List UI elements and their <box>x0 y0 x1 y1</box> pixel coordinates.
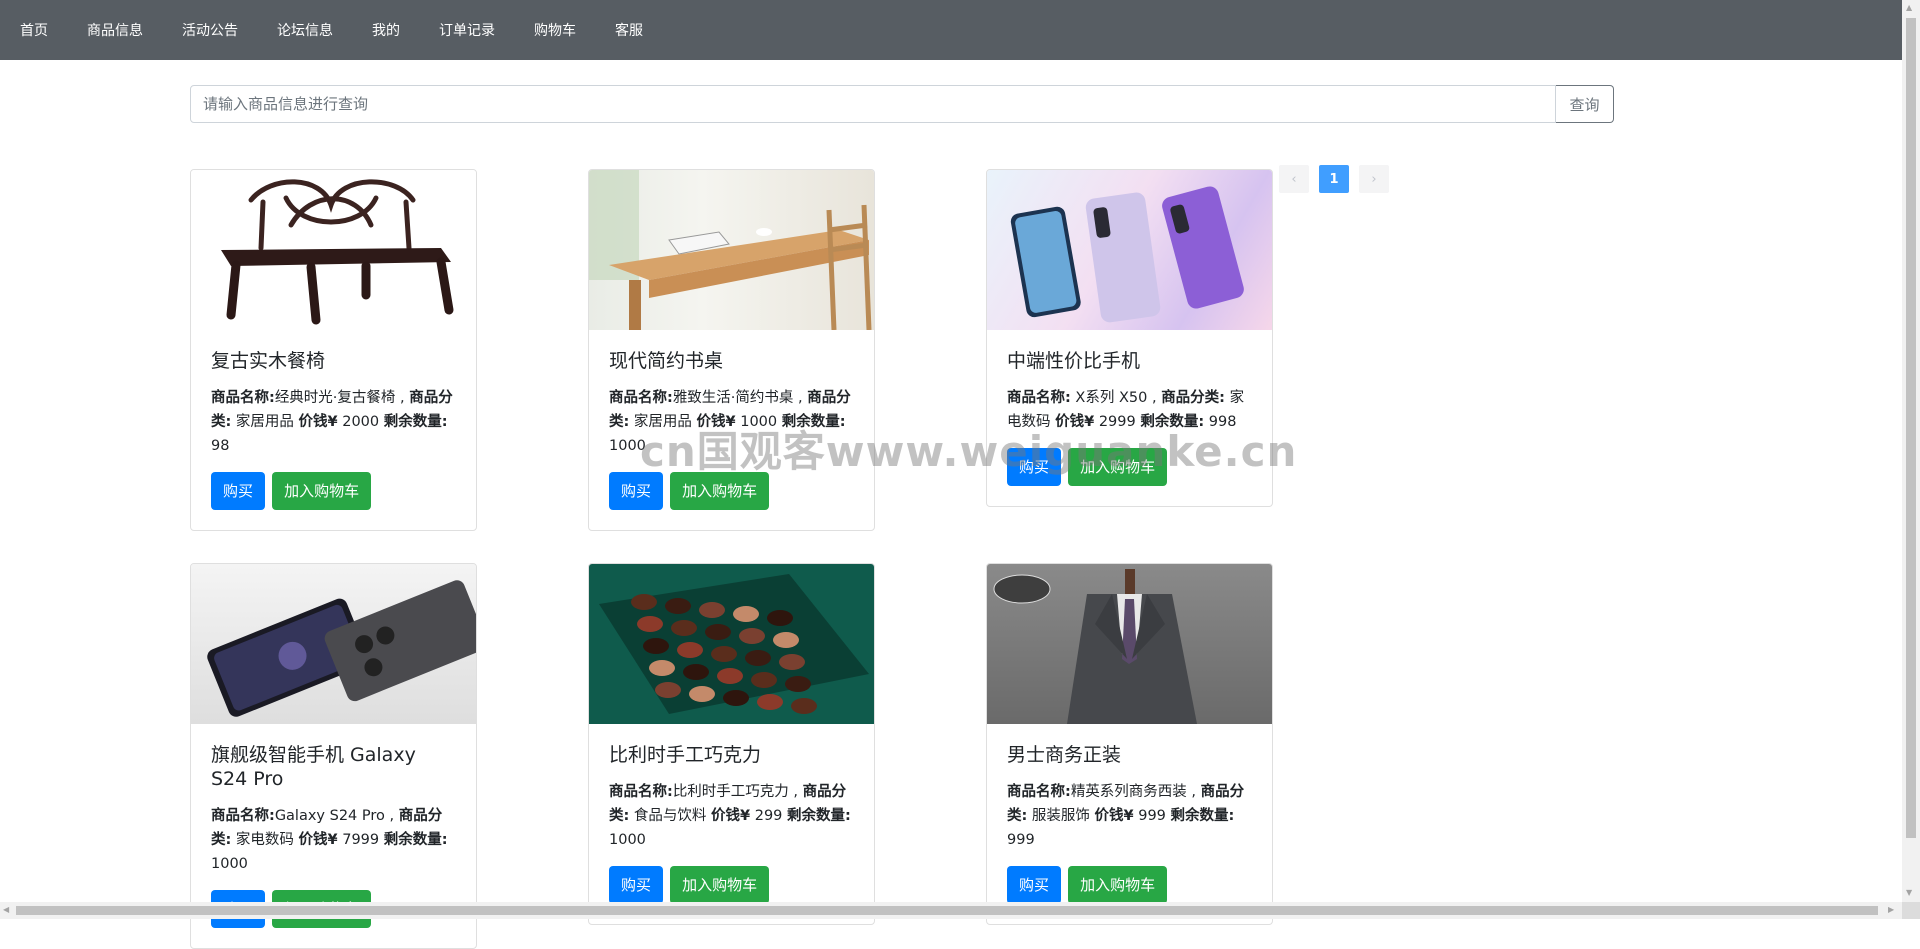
product-name: 雅致生活·简约书桌 <box>672 389 794 406</box>
product-stock: 1000 <box>609 831 646 848</box>
price-label: 价钱¥ <box>1094 807 1134 824</box>
product-title: 男士商务正装 <box>1007 744 1122 766</box>
top-navbar: 首页 商品信息 活动公告 论坛信息 我的 订单记录 购物车 客服 <box>0 0 1902 60</box>
watermark: cn国观客www.weiguanke.cn <box>640 427 1298 476</box>
scrollbar-corner <box>1902 902 1920 919</box>
scroll-left-icon[interactable]: ◀ <box>3 905 9 914</box>
product-price: 299 <box>754 807 783 824</box>
name-label: 商品名称: <box>1007 783 1071 800</box>
stock-label: 剩余数量: <box>383 413 448 430</box>
scroll-right-icon[interactable]: ▶ <box>1888 905 1894 914</box>
search-button[interactable]: 查询 <box>1556 85 1614 123</box>
product-name: Galaxy S24 Pro <box>274 807 385 824</box>
price-label: 价钱¥ <box>298 413 338 430</box>
price-label: 价钱¥ <box>298 831 338 848</box>
buy-button[interactable]: 购买 <box>211 471 266 510</box>
nav-mine[interactable]: 我的 <box>372 20 400 40</box>
vertical-scroll-thumb[interactable] <box>1906 18 1916 838</box>
product-stock: 1000 <box>211 855 248 872</box>
product-name: X系列 X50 <box>1075 389 1148 406</box>
category-label: 商品分类: <box>1161 389 1225 406</box>
page-prev-button[interactable]: ‹ <box>1279 165 1309 193</box>
scroll-down-icon[interactable]: ▼ <box>1906 888 1912 897</box>
product-card: 旗舰级智能手机 Galaxy S24 Pro 商品名称:Galaxy S24 P… <box>190 563 477 949</box>
search-bar: 查询 <box>190 85 1614 123</box>
product-category: 食品与饮料 <box>633 807 707 824</box>
product-category: 服装服饰 <box>1031 807 1090 824</box>
add-to-cart-button[interactable]: 加入购物车 <box>1068 865 1168 904</box>
product-name: 经典时光·复古餐椅 <box>274 389 396 406</box>
nav-products[interactable]: 商品信息 <box>87 20 143 40</box>
product-image-galaxy[interactable] <box>191 564 476 724</box>
product-title: 复古实木餐椅 <box>211 350 326 372</box>
product-card: 比利时手工巧克力 商品名称:比利时手工巧克力 , 商品分类: 食品与饮料 价钱¥… <box>588 563 875 925</box>
product-image-phones[interactable] <box>987 170 1272 330</box>
product-details: 商品名称:比利时手工巧克力 , 商品分类: 食品与饮料 价钱¥ 299 剩余数量… <box>609 783 851 848</box>
product-name: 精英系列商务西装 <box>1070 783 1187 800</box>
product-name: 比利时手工巧克力 <box>672 783 789 800</box>
add-to-cart-button[interactable]: 加入购物车 <box>272 471 372 510</box>
nav-support[interactable]: 客服 <box>615 20 643 40</box>
horizontal-scroll-thumb[interactable] <box>16 906 1878 915</box>
product-title: 旗舰级智能手机 Galaxy S24 Pro <box>211 744 416 790</box>
page-next-button[interactable]: › <box>1359 165 1389 193</box>
product-card: 男士商务正装 商品名称:精英系列商务西装 , 商品分类: 服装服饰 价钱¥ 99… <box>986 563 1273 925</box>
product-category: 家电数码 <box>235 831 294 848</box>
stock-label: 剩余数量: <box>787 807 851 824</box>
nav-home[interactable]: 首页 <box>20 20 48 40</box>
product-card: 复古实木餐椅 商品名称:经典时光·复古餐椅 , 商品分类: 家居用品 价钱¥ 2… <box>190 169 477 531</box>
product-category: 家居用品 <box>235 413 294 430</box>
buy-button[interactable]: 购买 <box>1007 865 1062 904</box>
product-price: 2000 <box>342 413 380 430</box>
price-label: 价钱¥ <box>711 807 751 824</box>
product-image-suit[interactable] <box>987 564 1272 724</box>
product-details: 商品名称:经典时光·复古餐椅 , 商品分类: 家居用品 价钱¥ 2000 剩余数… <box>211 389 453 454</box>
product-title: 中端性价比手机 <box>1007 350 1141 372</box>
product-price: 7999 <box>342 831 380 848</box>
name-label: 商品名称: <box>1007 389 1071 406</box>
product-title: 比利时手工巧克力 <box>609 744 762 766</box>
nav-cart[interactable]: 购物车 <box>534 20 576 40</box>
name-label: 商品名称: <box>609 389 673 406</box>
page-1-button[interactable]: 1 <box>1319 165 1349 193</box>
product-stock: 98 <box>211 437 230 454</box>
product-image-chocolate[interactable] <box>589 564 874 724</box>
product-details: 商品名称:精英系列商务西装 , 商品分类: 服装服饰 价钱¥ 999 剩余数量:… <box>1007 783 1245 848</box>
product-image-desk[interactable] <box>589 170 874 330</box>
add-to-cart-button[interactable]: 加入购物车 <box>670 865 770 904</box>
product-image-chair[interactable] <box>191 170 476 330</box>
nav-announcements[interactable]: 活动公告 <box>182 20 238 40</box>
horizontal-scrollbar[interactable]: ◀ ▶ <box>0 902 1902 919</box>
name-label: 商品名称: <box>211 807 275 824</box>
product-title: 现代简约书桌 <box>609 350 724 372</box>
product-stock: 999 <box>1007 831 1035 848</box>
pagination: ‹ 1 › <box>1279 165 1399 193</box>
buy-button[interactable]: 购买 <box>609 865 664 904</box>
scroll-up-icon[interactable]: ▲ <box>1906 3 1912 12</box>
nav-forum[interactable]: 论坛信息 <box>277 20 333 40</box>
product-price: 999 <box>1138 807 1166 824</box>
vertical-scrollbar[interactable]: ▲ ▼ <box>1902 0 1920 919</box>
stock-label: 剩余数量: <box>383 831 448 848</box>
name-label: 商品名称: <box>211 389 275 406</box>
search-input[interactable] <box>190 85 1556 123</box>
nav-orders[interactable]: 订单记录 <box>439 20 495 40</box>
product-details: 商品名称:Galaxy S24 Pro , 商品分类: 家电数码 价钱¥ 799… <box>211 807 448 872</box>
stock-label: 剩余数量: <box>1170 807 1235 824</box>
name-label: 商品名称: <box>609 783 673 800</box>
